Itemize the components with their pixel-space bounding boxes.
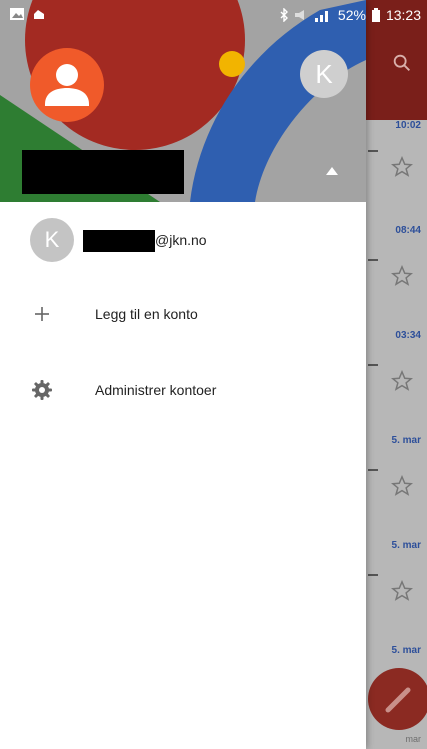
inbox-row-time: 10:02 [395,120,421,131]
star-icon[interactable] [391,475,413,497]
bluetooth-icon [280,8,288,22]
account-list-item[interactable]: K @jkn.no [0,218,366,268]
inbox-row-divider [368,259,378,261]
inbox-list: 10:02 08:44 03:34 5. mar 5. mar 5. mar [366,120,427,749]
inbox-row-time: 5. mar [391,540,421,551]
gear-icon [32,380,52,400]
other-account-avatar[interactable]: K [300,50,348,98]
plus-icon [35,307,49,321]
compose-button[interactable] [368,668,427,730]
person-icon [45,64,89,106]
email-redacted [83,230,155,252]
account-avatar[interactable] [30,48,104,122]
inbox-row-time: 03:34 [395,330,421,341]
mute-icon [294,10,304,20]
search-icon[interactable] [391,52,413,74]
image-notification-icon [10,8,24,20]
inbox-row-time: 5. mar [391,435,421,446]
inbox-row-time: mar [405,734,422,744]
navigation-drawer: K K @jkn.no Legg til en konto Administre… [0,0,366,749]
account-name-redacted [22,150,184,194]
pencil-icon [385,687,411,713]
inbox-row-divider [368,364,378,366]
screen: 10:02 08:44 03:34 5. mar 5. mar 5. mar m… [0,0,427,749]
inbox-row-divider [368,150,378,152]
star-icon[interactable] [391,580,413,602]
clock: 13:23 [385,7,421,23]
cloud-notification-icon [34,10,44,19]
inbox-row-divider [368,469,378,471]
inbox-row[interactable]: 03:34 [366,330,427,435]
inbox-row-time: 5. mar [391,645,421,656]
inbox-row[interactable]: 5. mar [366,540,427,645]
signal-strength-icon [314,11,328,22]
inbox-row-time: 08:44 [395,225,421,236]
inbox-row[interactable]: 5. mar [366,435,427,540]
inbox-row-divider [368,574,378,576]
account-email: @jkn.no [155,232,207,248]
battery-icon [371,8,380,22]
inbox-row[interactable]: 10:02 [366,120,427,225]
star-icon[interactable] [391,265,413,287]
inbox-row[interactable]: 08:44 [366,225,427,330]
battery-percentage: 52% [337,7,366,23]
status-bar: 52% 13:23 [0,0,427,32]
star-icon[interactable] [391,370,413,392]
manage-accounts-button[interactable]: Administrer kontoer [0,366,366,416]
manage-accounts-label: Administrer kontoer [95,382,217,398]
account-avatar-small: K [30,218,74,262]
add-account-button[interactable]: Legg til en konto [0,290,366,340]
star-icon[interactable] [391,156,413,178]
chevron-up-icon[interactable] [326,165,338,175]
add-account-label: Legg til en konto [95,306,198,322]
